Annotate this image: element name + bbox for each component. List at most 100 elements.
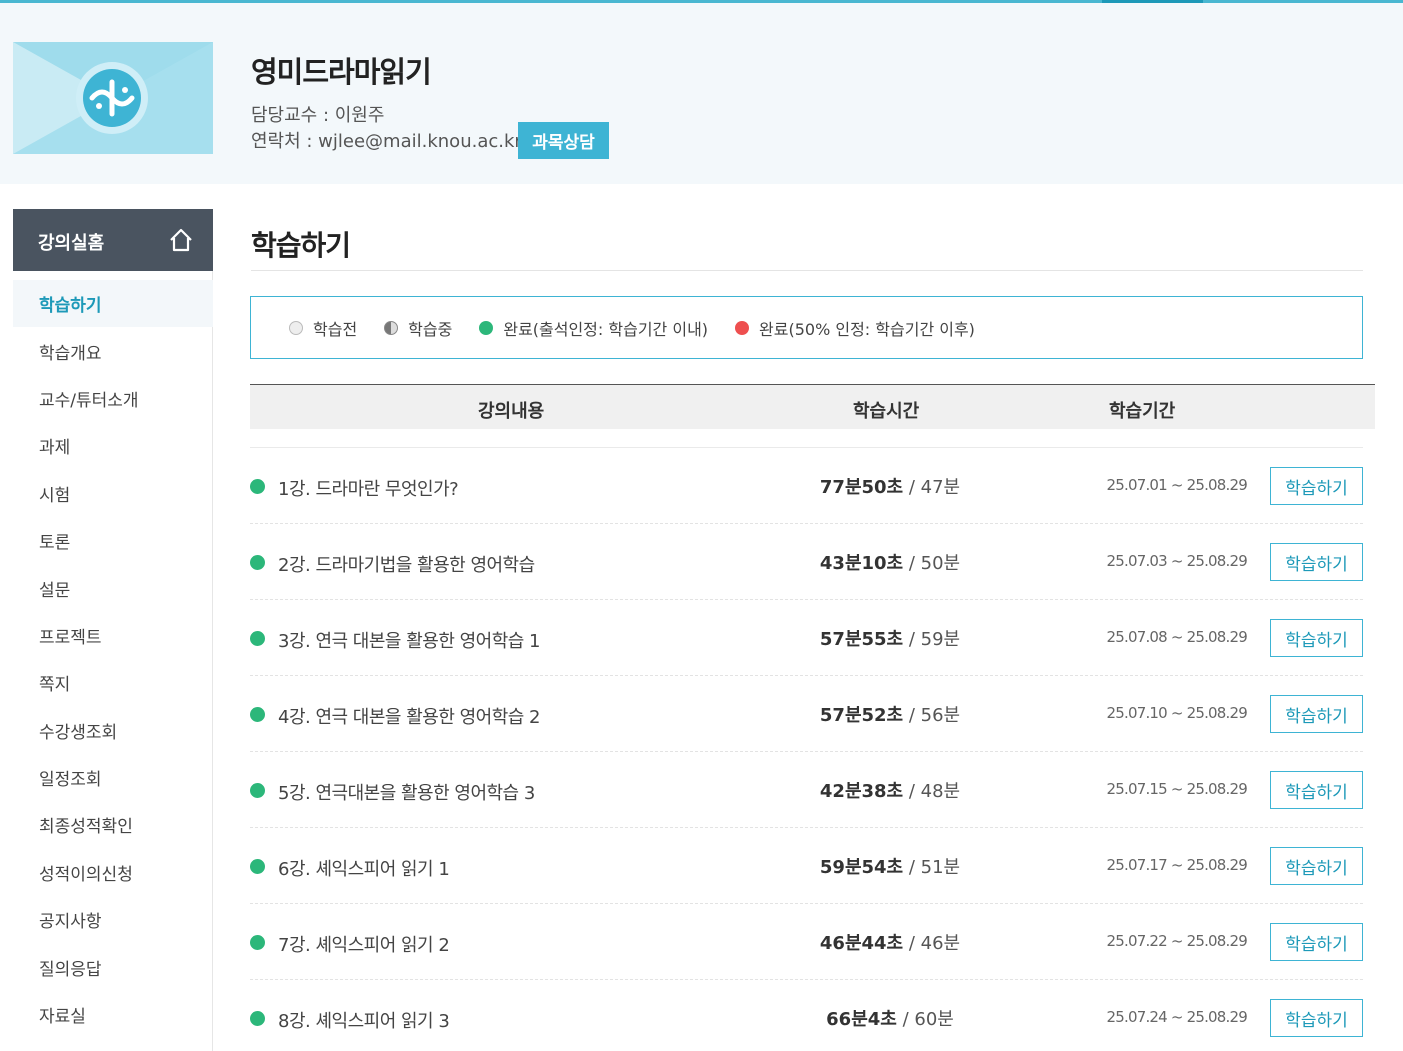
studied-time: 42분38초 bbox=[819, 781, 904, 802]
lecture-row: 5강. 연극대본을 활용한 영어학습 3 42분38초 / 48분 25.07.… bbox=[250, 752, 1363, 828]
sidebar-item-students[interactable]: 수강생조회 bbox=[13, 707, 213, 754]
total-time: / 56분 bbox=[908, 705, 961, 726]
home-icon[interactable] bbox=[168, 227, 194, 253]
study-button[interactable]: 학습하기 bbox=[1270, 847, 1363, 885]
total-time: / 59분 bbox=[908, 629, 961, 650]
studied-time: 57분55초 bbox=[819, 629, 904, 650]
study-button[interactable]: 학습하기 bbox=[1270, 999, 1363, 1037]
lecture-title: 5강. 연극대본을 활용한 영어학습 3 bbox=[278, 783, 535, 804]
legend-item-late: 완료(50% 인정: 학습기간 이후) bbox=[735, 316, 975, 340]
lecture-title: 7강. 셰익스피어 읽기 2 bbox=[278, 935, 450, 956]
lecture-title: 4강. 연극 대본을 활용한 영어학습 2 bbox=[278, 707, 541, 728]
column-header-period: 학습기간 bbox=[1109, 401, 1176, 422]
studied-time: 57분52초 bbox=[819, 705, 904, 726]
status-legend: 학습전 학습중 완료(출석인정: 학습기간 이내) 완료(50% 인정: 학습기… bbox=[250, 296, 1363, 359]
study-period: 25.07.17 ~ 25.08.29 bbox=[1106, 856, 1248, 874]
university-logo-icon bbox=[13, 42, 213, 154]
sidebar-title: 강의실홈 bbox=[38, 233, 105, 254]
sidebar-item-exam[interactable]: 시험 bbox=[13, 470, 213, 517]
study-button[interactable]: 학습하기 bbox=[1270, 923, 1363, 961]
sidebar-item-survey[interactable]: 설문 bbox=[13, 564, 213, 611]
study-period: 25.07.22 ~ 25.08.29 bbox=[1106, 932, 1248, 950]
lecture-row: 1강. 드라마란 무엇인가? 77분50초 / 47분 25.07.01 ~ 2… bbox=[250, 448, 1363, 524]
page-title: 학습하기 bbox=[251, 229, 351, 262]
study-button[interactable]: 학습하기 bbox=[1270, 619, 1363, 657]
legend-item-done: 완료(출석인정: 학습기간 이내) bbox=[479, 316, 708, 340]
sidebar-item-discussion[interactable]: 토론 bbox=[13, 517, 213, 564]
study-time: 66분4초 / 60분 bbox=[760, 1005, 1020, 1031]
study-period: 25.07.03 ~ 25.08.29 bbox=[1106, 552, 1248, 570]
status-progress-icon bbox=[384, 320, 399, 335]
status-late-icon bbox=[735, 320, 750, 335]
status-done-icon bbox=[250, 631, 265, 646]
sidebar-item-study[interactable]: 학습하기 bbox=[13, 280, 213, 328]
lecture-title: 2강. 드라마기법을 활용한 영어학습 bbox=[278, 555, 535, 576]
lecture-title: 3강. 연극 대본을 활용한 영어학습 1 bbox=[278, 631, 541, 652]
legend-label: 학습중 bbox=[408, 319, 453, 339]
study-button[interactable]: 학습하기 bbox=[1270, 467, 1363, 505]
course-consult-button[interactable]: 과목상담 bbox=[518, 122, 609, 159]
legend-label: 완료(50% 인정: 학습기간 이후) bbox=[759, 319, 975, 339]
total-time: / 60분 bbox=[902, 1009, 954, 1030]
total-time: / 47분 bbox=[908, 477, 961, 498]
lecture-row: 6강. 셰익스피어 읽기 1 59분54초 / 51분 25.07.17 ~ 2… bbox=[250, 828, 1363, 904]
sidebar-item-project[interactable]: 프로젝트 bbox=[13, 612, 213, 659]
sidebar-item-assignment[interactable]: 과제 bbox=[13, 422, 213, 469]
lecture-table-header: 강의내용 학습시간 학습기간 bbox=[250, 384, 1375, 429]
study-time: 57분55초 / 59분 bbox=[760, 625, 1020, 651]
contact-info: 연락처 : wjlee@mail.knou.ac.kr bbox=[251, 131, 522, 152]
study-time: 77분50초 / 47분 bbox=[760, 473, 1020, 499]
study-button[interactable]: 학습하기 bbox=[1270, 771, 1363, 809]
legend-item-before: 학습전 bbox=[289, 316, 357, 340]
lecture-row: 7강. 셰익스피어 읽기 2 46분44초 / 46분 25.07.22 ~ 2… bbox=[250, 904, 1363, 980]
study-time: 42분38초 / 48분 bbox=[760, 777, 1020, 803]
study-button[interactable]: 학습하기 bbox=[1270, 543, 1363, 581]
sidebar-item-notice[interactable]: 공지사항 bbox=[13, 896, 213, 943]
sidebar-item-professor-intro[interactable]: 교수/튜터소개 bbox=[13, 375, 213, 422]
total-time: / 48분 bbox=[908, 781, 961, 802]
study-time: 59분54초 / 51분 bbox=[760, 853, 1020, 879]
status-done-icon bbox=[250, 479, 265, 494]
total-time: / 50분 bbox=[908, 553, 961, 574]
lecture-title: 6강. 셰익스피어 읽기 1 bbox=[278, 859, 450, 880]
status-done-icon bbox=[250, 707, 265, 722]
sidebar-item-final-grade[interactable]: 최종성적확인 bbox=[13, 801, 213, 848]
legend-label: 학습전 bbox=[313, 319, 358, 339]
sidebar-item-archive[interactable]: 자료실 bbox=[13, 991, 213, 1038]
sidebar-header: 강의실홈 bbox=[13, 209, 213, 271]
sidebar-item-grade-appeal[interactable]: 성적이의신청 bbox=[13, 849, 213, 896]
study-button[interactable]: 학습하기 bbox=[1270, 695, 1363, 733]
status-done-icon bbox=[250, 783, 265, 798]
status-done-icon bbox=[250, 859, 265, 874]
sidebar-item-qna[interactable]: 질의응답 bbox=[13, 943, 213, 990]
professor-info: 담당교수 : 이원주 bbox=[251, 105, 385, 126]
lecture-row: 3강. 연극 대본을 활용한 영어학습 1 57분55초 / 59분 25.07… bbox=[250, 600, 1363, 676]
status-done-icon bbox=[479, 320, 494, 335]
studied-time: 59분54초 bbox=[819, 857, 904, 878]
sidebar-item-schedule[interactable]: 일정조회 bbox=[13, 754, 213, 801]
study-time: 43분10초 / 50분 bbox=[760, 549, 1020, 575]
studied-time: 46분44초 bbox=[819, 933, 904, 954]
lecture-row: 8강. 셰익스피어 읽기 3 66분4초 / 60분 25.07.24 ~ 25… bbox=[250, 980, 1363, 1051]
status-before-icon bbox=[289, 320, 303, 335]
status-done-icon bbox=[250, 1011, 265, 1026]
studied-time: 43분10초 bbox=[819, 553, 904, 574]
column-header-content: 강의내용 bbox=[478, 401, 545, 422]
study-time: 46분44초 / 46분 bbox=[760, 929, 1020, 955]
legend-item-progress: 학습중 bbox=[384, 316, 452, 340]
study-period: 25.07.08 ~ 25.08.29 bbox=[1106, 628, 1248, 646]
column-header-time: 학습시간 bbox=[853, 401, 920, 422]
lecture-row: 4강. 연극 대본을 활용한 영어학습 2 57분52초 / 56분 25.07… bbox=[250, 676, 1363, 752]
lecture-row: 2강. 드라마기법을 활용한 영어학습 43분10초 / 50분 25.07.0… bbox=[250, 524, 1363, 600]
studied-time: 77분50초 bbox=[819, 477, 904, 498]
course-title: 영미드라마읽기 bbox=[251, 55, 432, 89]
study-period: 25.07.24 ~ 25.08.29 bbox=[1106, 1008, 1248, 1026]
sidebar-item-message[interactable]: 쪽지 bbox=[13, 659, 213, 706]
study-time: 57분52초 / 56분 bbox=[760, 701, 1020, 727]
sidebar-item-overview[interactable]: 학습개요 bbox=[13, 327, 213, 374]
sidebar-menu: 학습하기 학습개요 교수/튜터소개 과제 시험 토론 설문 프로젝트 쪽지 수강… bbox=[13, 280, 213, 1038]
studied-time: 66분4초 bbox=[826, 1009, 897, 1030]
status-done-icon bbox=[250, 935, 265, 950]
total-time: / 46분 bbox=[908, 933, 961, 954]
title-divider bbox=[251, 270, 1363, 271]
